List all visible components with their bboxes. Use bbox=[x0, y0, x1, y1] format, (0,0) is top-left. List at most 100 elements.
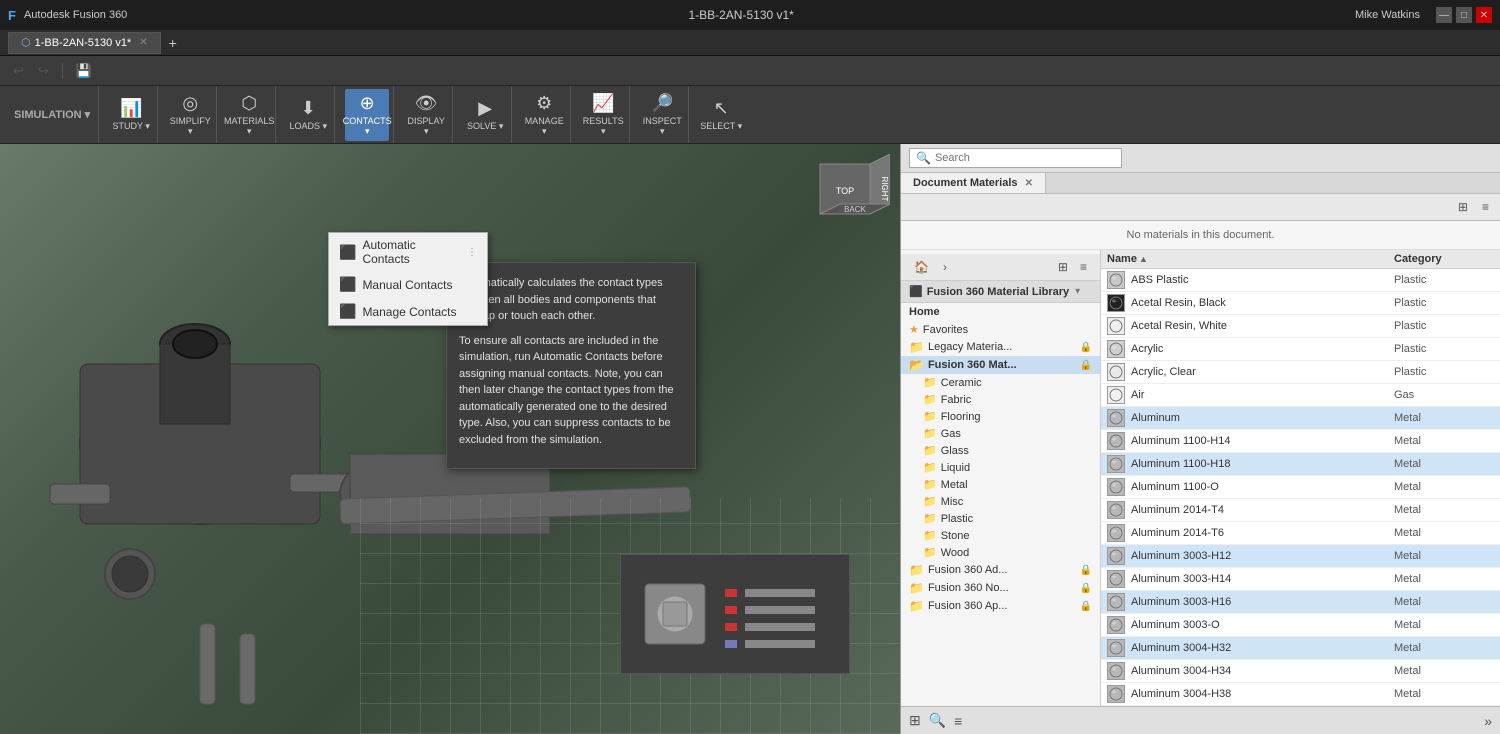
list-view-button[interactable]: ≡ bbox=[1477, 197, 1494, 217]
library-header[interactable]: ⬛ Fusion 360 Material Library ▾ bbox=[901, 281, 1100, 303]
fusion360ad-tree-item[interactable]: 📁 Fusion 360 Ad... 🔒 bbox=[901, 561, 1100, 579]
contacts-button[interactable]: ⊕ CONTACTS ▾ bbox=[345, 89, 389, 141]
view-cube[interactable]: TOP RIGHT BACK bbox=[810, 154, 890, 234]
material-name: Aluminum 3004-H34 bbox=[1131, 665, 1394, 677]
manual-contacts-item[interactable]: ⬛ Manual Contacts bbox=[329, 271, 487, 298]
display-button[interactable]: 👁 DISPLAY ▾ bbox=[404, 89, 448, 141]
mat-expand-button[interactable]: » bbox=[1482, 711, 1494, 731]
tab-close-icon[interactable]: ✕ bbox=[139, 37, 147, 48]
document-materials-tab[interactable]: Document Materials ✕ bbox=[901, 173, 1046, 193]
simulation-mode-label[interactable]: SIMULATION ▾ bbox=[6, 86, 99, 143]
material-row[interactable]: Aluminum 3004-H38Metal bbox=[1101, 683, 1500, 706]
metal-tree-item[interactable]: 📁 Metal bbox=[901, 476, 1100, 493]
tab-bar: ⬡ 1-BB-2AN-5130 v1* ✕ + bbox=[0, 30, 1500, 56]
fusion360ap-lock-icon: 🔒 bbox=[1080, 601, 1092, 612]
results-icon: 📈 bbox=[592, 93, 614, 114]
material-row[interactable]: AluminumMetal bbox=[1101, 407, 1500, 430]
redo-button[interactable]: ↪ bbox=[33, 60, 54, 82]
material-row[interactable]: AirGas bbox=[1101, 384, 1500, 407]
tree-home-button[interactable]: 🏠 bbox=[909, 257, 934, 277]
material-category: Metal bbox=[1394, 458, 1494, 470]
material-row[interactable]: Acetal Resin, BlackPlastic bbox=[1101, 292, 1500, 315]
material-row[interactable]: Aluminum 3003-H14Metal bbox=[1101, 568, 1500, 591]
material-row[interactable]: Aluminum 3003-H12Metal bbox=[1101, 545, 1500, 568]
tree-back-button[interactable]: › bbox=[938, 257, 952, 277]
fusion360no-tree-item[interactable]: 📁 Fusion 360 No... 🔒 bbox=[901, 579, 1100, 597]
material-row[interactable]: Aluminum 1100-H14Metal bbox=[1101, 430, 1500, 453]
liquid-tree-item[interactable]: 📁 Liquid bbox=[901, 459, 1100, 476]
materials-label: MATERIALS ▾ bbox=[224, 116, 274, 137]
fabric-tree-item[interactable]: 📁 Fabric bbox=[901, 391, 1100, 408]
materials-button[interactable]: ⬡ MATERIALS ▾ bbox=[227, 89, 271, 141]
material-row[interactable]: Acetal Resin, WhitePlastic bbox=[1101, 315, 1500, 338]
minimize-button[interactable]: — bbox=[1436, 7, 1452, 23]
flooring-tree-item[interactable]: 📁 Flooring bbox=[901, 408, 1100, 425]
automatic-contacts-item[interactable]: ⬛ Automatic Contacts ⋮ bbox=[329, 233, 487, 271]
material-row[interactable]: Aluminum 2014-T6Metal bbox=[1101, 522, 1500, 545]
glass-tree-item[interactable]: 📁 Glass bbox=[901, 442, 1100, 459]
materials-list-header: Name ▲ Category bbox=[1101, 250, 1500, 269]
ceramic-tree-item[interactable]: 📁 Ceramic bbox=[901, 374, 1100, 391]
titlebar: F Autodesk Fusion 360 1-BB-2AN-5130 v1* … bbox=[0, 0, 1500, 30]
window-controls[interactable]: — □ ✕ bbox=[1436, 7, 1492, 23]
search-input[interactable] bbox=[935, 152, 1115, 164]
material-row[interactable]: Aluminum 1100-OMetal bbox=[1101, 476, 1500, 499]
material-row[interactable]: Aluminum 3004-H34Metal bbox=[1101, 660, 1500, 683]
material-row[interactable]: Aluminum 3003-H16Metal bbox=[1101, 591, 1500, 614]
plastic-tree-item[interactable]: 📁 Plastic bbox=[901, 510, 1100, 527]
materials-search[interactable]: 🔍 bbox=[909, 148, 1122, 168]
toolbar-group-study: 📊 STUDY ▾ bbox=[105, 86, 158, 143]
fusion360ap-tree-item[interactable]: 📁 Fusion 360 Ap... 🔒 bbox=[901, 597, 1100, 615]
wood-tree-item[interactable]: 📁 Wood bbox=[901, 544, 1100, 561]
material-category: Metal bbox=[1394, 481, 1494, 493]
gas-tree-item[interactable]: 📁 Gas bbox=[901, 425, 1100, 442]
select-button[interactable]: ↖ SELECT ▾ bbox=[699, 89, 743, 141]
materials-tabs: Document Materials ✕ bbox=[901, 173, 1500, 194]
grid-view-button[interactable]: ⊞ bbox=[1453, 197, 1473, 217]
manage-contacts-item[interactable]: ⬛ Manage Contacts bbox=[329, 298, 487, 325]
manage-button[interactable]: ⚙ MANAGE ▾ bbox=[522, 89, 566, 141]
document-tab[interactable]: ⬡ 1-BB-2AN-5130 v1* ✕ bbox=[8, 32, 161, 54]
mat-list-bottom-button[interactable]: ≡ bbox=[952, 711, 964, 731]
material-name: Aluminum 3003-O bbox=[1131, 619, 1394, 631]
tree-list-button[interactable]: ≡ bbox=[1075, 257, 1092, 277]
materials-rows: ABS PlasticPlasticAcetal Resin, BlackPla… bbox=[1101, 269, 1500, 706]
legacy-tree-item[interactable]: 📁 Legacy Materia... 🔒 bbox=[901, 338, 1100, 356]
results-button[interactable]: 📈 RESULTS ▾ bbox=[581, 89, 625, 141]
mat-add-button[interactable]: ⊞ bbox=[907, 710, 923, 731]
material-row[interactable]: Aluminum 1100-H18Metal bbox=[1101, 453, 1500, 476]
study-button[interactable]: 📊 STUDY ▾ bbox=[109, 89, 153, 141]
material-row[interactable]: Acrylic, ClearPlastic bbox=[1101, 361, 1500, 384]
loads-button[interactable]: ⬇ LOADS ▾ bbox=[286, 89, 330, 141]
tree-grid-button[interactable]: ⊞ bbox=[1053, 257, 1073, 277]
toolbar-group-select: ↖ SELECT ▾ bbox=[695, 86, 747, 143]
solve-button[interactable]: ▶ SOLVE ▾ bbox=[463, 89, 507, 141]
fusion360-tree-item[interactable]: 📂 Fusion 360 Mat... 🔒 bbox=[901, 356, 1100, 374]
material-row[interactable]: ABS PlasticPlastic bbox=[1101, 269, 1500, 292]
material-row[interactable]: Aluminum 3004-H32Metal bbox=[1101, 637, 1500, 660]
close-button[interactable]: ✕ bbox=[1476, 7, 1492, 23]
category-column-header[interactable]: Category bbox=[1394, 253, 1494, 265]
material-category: Metal bbox=[1394, 504, 1494, 516]
stone-tree-item[interactable]: 📁 Stone bbox=[901, 527, 1100, 544]
user-name: Mike Watkins bbox=[1355, 9, 1420, 21]
simplify-button[interactable]: ◎ SIMPLIFY ▾ bbox=[168, 89, 212, 141]
misc-tree-item[interactable]: 📁 Misc bbox=[901, 493, 1100, 510]
name-column-header[interactable]: Name ▲ bbox=[1107, 253, 1394, 265]
viewport[interactable]: ⬛ Automatic Contacts ⋮ ⬛ Manual Contacts… bbox=[0, 144, 900, 734]
inspect-button[interactable]: 🔎 INSPECT ▾ bbox=[640, 89, 684, 141]
material-row[interactable]: AcrylicPlastic bbox=[1101, 338, 1500, 361]
fusion360ap-label: Fusion 360 Ap... bbox=[928, 600, 1008, 612]
new-tab-button[interactable]: + bbox=[163, 35, 183, 51]
material-row[interactable]: Aluminum 2014-T4Metal bbox=[1101, 499, 1500, 522]
material-row[interactable]: Aluminum 3003-OMetal bbox=[1101, 614, 1500, 637]
manage-icon: ⚙ bbox=[536, 93, 552, 114]
document-tab-close-icon[interactable]: ✕ bbox=[1025, 178, 1033, 189]
undo-button[interactable]: ↩ bbox=[8, 60, 29, 82]
mat-search-bottom-button[interactable]: 🔍 bbox=[927, 710, 948, 731]
favorites-tree-item[interactable]: ★ Favorites bbox=[901, 321, 1100, 338]
toolbar-group-contacts: ⊕ CONTACTS ▾ bbox=[341, 86, 394, 143]
save-button[interactable]: 💾 bbox=[71, 60, 97, 82]
contacts-dropdown-menu: ⬛ Automatic Contacts ⋮ ⬛ Manual Contacts… bbox=[328, 232, 488, 326]
maximize-button[interactable]: □ bbox=[1456, 7, 1472, 23]
